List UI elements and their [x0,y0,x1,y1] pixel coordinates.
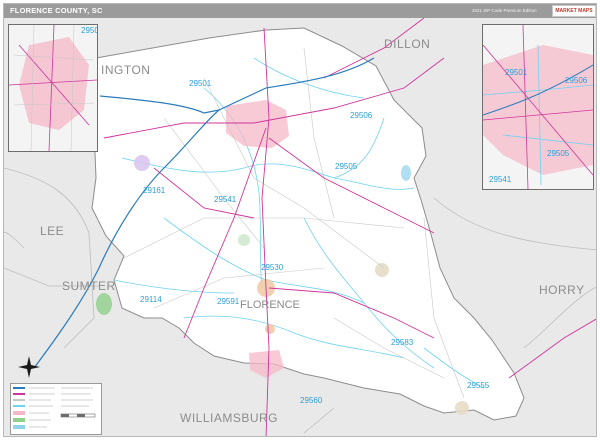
inset-right-zip-label: 29501 [505,68,528,77]
zip-label: 29506 [350,111,373,120]
zip-label: 29555 [467,381,490,390]
zip-label: 29583 [391,338,414,347]
county-label-darlington: INGTON [101,63,150,77]
zip-label: 29161 [143,186,166,195]
map-legend [10,383,102,435]
zip-label: 29501 [189,79,212,88]
zip-label: 29541 [214,195,237,204]
edition-label: 2021 ZIP Code Premium Edition [472,8,537,13]
map-title: FLORENCE COUNTY, SC [10,6,103,15]
zip-label: 29591 [217,297,240,306]
inset-right-zip-label: 29541 [489,175,512,184]
zip-label: 29505 [335,162,358,171]
zip-label: 29530 [261,263,284,272]
county-label-sumter: SUMTER [62,279,116,293]
inset-right-drawing: 29501 29506 29505 29541 [483,25,593,189]
inset-left-zip-label: 29501 [81,26,97,35]
title-bar: FLORENCE COUNTY, SC 2021 ZIP Code Premiu… [4,4,596,18]
legend-drawing [13,387,96,429]
inset-right-zip-label: 29506 [565,76,588,85]
north-arrow-icon [18,356,40,378]
water-feature [401,165,411,181]
inset-left-drawing: 29501 [9,25,97,151]
county-label-lee: LEE [40,224,64,238]
county-label-williamsburg: WILLIAMSBURG [180,411,278,425]
county-label-dillon: DILLON [384,37,430,51]
county-label-horry: HORRY [539,283,585,297]
inset-right-zip-label: 29505 [547,149,570,158]
city-label-florence: FLORENCE [240,299,300,311]
inset-map-right: 29501 29506 29505 29541 [482,24,594,190]
zip-label: 29560 [300,396,323,405]
map-frame: FLORENCE COUNTY, SC 2021 ZIP Code Premiu… [3,3,597,437]
zip-label: 29114 [140,295,162,304]
logo-text: MARKET MAPS [555,8,593,14]
state-park [96,293,112,315]
publisher-logo: MARKET MAPS [552,5,596,17]
inset-map-left: 29501 [8,24,98,152]
